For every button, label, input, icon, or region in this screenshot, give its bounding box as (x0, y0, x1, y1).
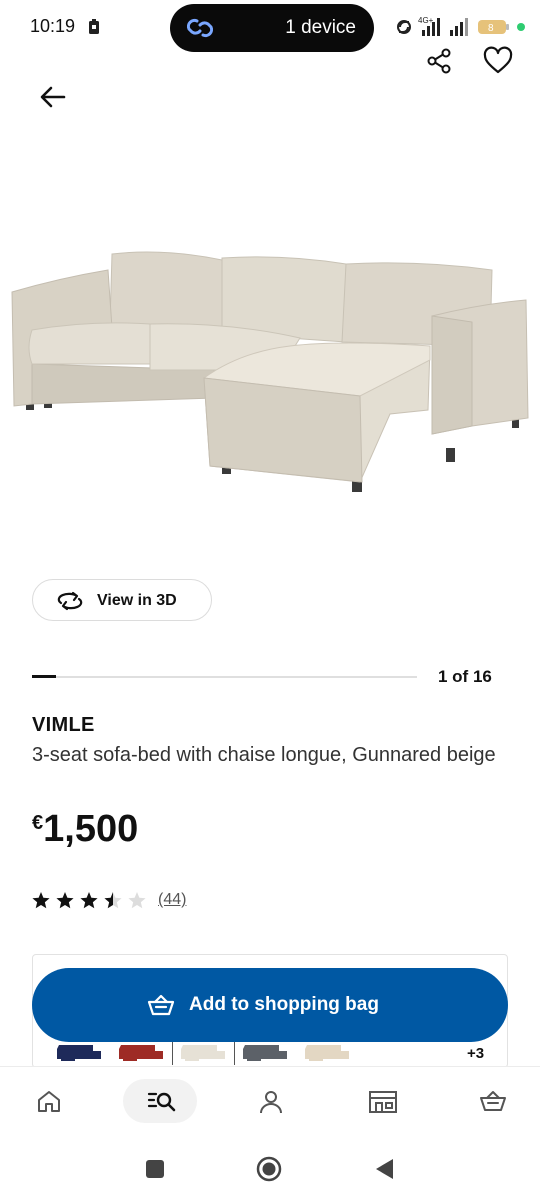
swatch-divider (172, 1039, 173, 1065)
favorite-button[interactable] (482, 46, 514, 76)
rating-star (104, 892, 122, 909)
network-label: 4G+ (418, 16, 434, 25)
sofa-thumbnail-icon (181, 1045, 225, 1061)
share-button[interactable] (424, 46, 454, 76)
cast-pill[interactable]: 1 device (170, 4, 374, 52)
swatch-divider (234, 1039, 235, 1065)
sofa-image (11, 251, 529, 492)
sofa-thumbnail-icon (305, 1045, 349, 1061)
nav-bag[interactable] (454, 1079, 528, 1123)
color-swatch[interactable] (177, 1041, 229, 1063)
rating-star (56, 892, 74, 909)
color-swatch[interactable] (115, 1041, 167, 1063)
signal-icon: 4G+ 8 (397, 16, 525, 36)
sofa-thumbnail-icon (243, 1045, 287, 1061)
back-button[interactable] (36, 80, 70, 114)
share-icon (427, 48, 451, 74)
rating-stars (32, 892, 146, 909)
sim-icon (89, 19, 99, 34)
store-icon (369, 1091, 397, 1113)
price-amount: 1,500 (43, 808, 139, 850)
status-bar: 10:19 1 device 4G+ 8 (0, 0, 540, 56)
profile-icon (260, 1091, 282, 1114)
recents-button[interactable] (142, 1156, 172, 1182)
rotate-3d-icon (57, 591, 83, 611)
home-circle-icon (256, 1156, 282, 1182)
rating-star (128, 892, 146, 909)
sofa-thumbnail-icon (119, 1045, 163, 1061)
link-icon (186, 18, 214, 38)
view-in-3d-button[interactable]: View in 3D (32, 579, 212, 621)
arrow-left-icon (40, 86, 66, 108)
review-count-link[interactable]: (44) (158, 891, 186, 909)
product-name: VIMLE (32, 714, 95, 736)
product-description: 3-seat sofa-bed with chaise longue, Gunn… (32, 744, 496, 766)
product-image[interactable] (0, 220, 540, 520)
home-icon (38, 1091, 60, 1112)
nav-profile[interactable] (234, 1079, 308, 1123)
sofa-thumbnail-icon (57, 1045, 101, 1061)
gallery-progress-thumb (32, 675, 56, 678)
heart-icon (483, 46, 513, 74)
color-swatch[interactable] (239, 1041, 291, 1063)
system-nav (0, 1136, 540, 1200)
search-icon (147, 1092, 176, 1112)
rating-star (32, 892, 50, 909)
recents-icon (146, 1160, 164, 1178)
cast-label: 1 device (285, 17, 356, 38)
shopping-bag-icon (147, 994, 175, 1016)
status-icons: 4G+ 8 (394, 14, 534, 40)
back-triangle-icon (376, 1159, 393, 1179)
nav-search[interactable] (123, 1079, 197, 1123)
product-price: €1,500 (32, 808, 138, 851)
battery-level: 8 (488, 23, 494, 34)
add-to-bag-label: Add to shopping bag (189, 994, 379, 1015)
status-time: 10:19 (30, 16, 76, 36)
bag-icon (480, 1091, 506, 1111)
rating-star (80, 892, 98, 909)
price-currency: € (32, 812, 44, 834)
nav-store[interactable] (344, 1079, 418, 1123)
gallery-progress-track (32, 675, 417, 678)
color-swatch[interactable] (53, 1041, 105, 1063)
nav-home[interactable] (12, 1079, 86, 1123)
more-variants-count[interactable]: +3 (467, 1045, 484, 1062)
color-swatch[interactable] (301, 1041, 353, 1063)
system-back-button[interactable] (372, 1156, 402, 1182)
system-home-button[interactable] (255, 1156, 285, 1182)
add-to-bag-button[interactable]: Add to shopping bag (32, 968, 508, 1042)
gallery-counter: 1 of 16 (438, 667, 492, 686)
bottom-nav (0, 1066, 540, 1136)
view-in-3d-label: View in 3D (97, 592, 177, 609)
